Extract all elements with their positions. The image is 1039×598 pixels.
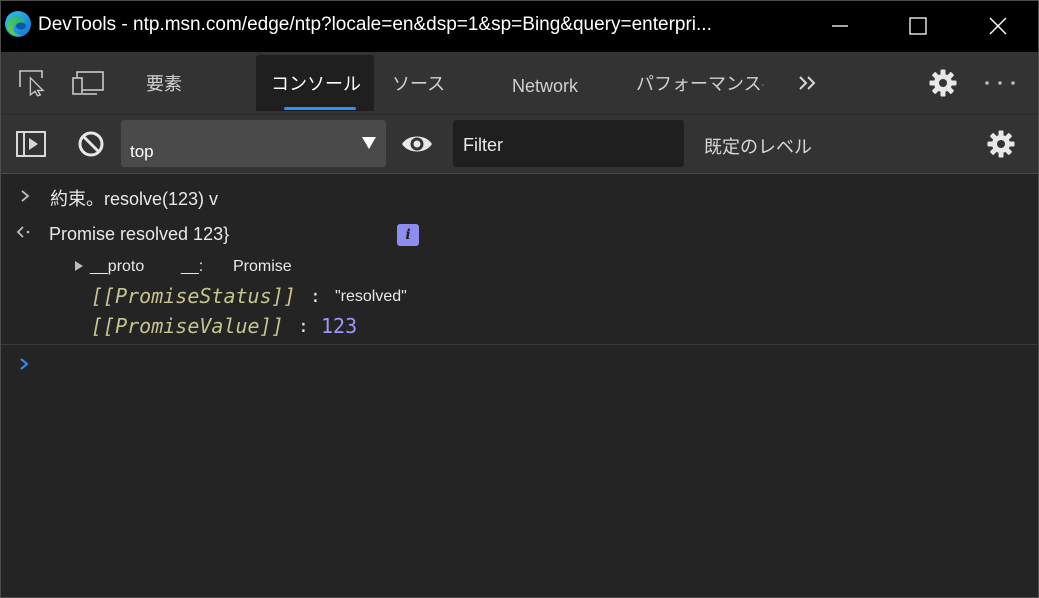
device-emulation-button[interactable] bbox=[70, 52, 106, 114]
console-input-line: 約束。resolve(123) v bbox=[50, 189, 219, 209]
context-selector[interactable]: top bbox=[121, 120, 386, 167]
sidebar-toggle-icon bbox=[16, 131, 46, 157]
close-button[interactable] bbox=[958, 0, 1038, 52]
console-output: 約束。resolve(123) v Promise resolved 123} … bbox=[1, 174, 1037, 597]
device-toggle-icon bbox=[72, 71, 104, 95]
edge-logo-icon bbox=[5, 11, 31, 37]
tab-console[interactable]: コンソール bbox=[256, 55, 374, 111]
chevron-right-icon bbox=[21, 190, 30, 202]
close-icon bbox=[989, 17, 1007, 35]
console-toolbar: top 既定のレベル bbox=[0, 114, 1039, 174]
promise-status-value: "resolved" bbox=[335, 288, 407, 305]
tab-elements[interactable]: 要素 bbox=[146, 55, 182, 111]
ellipsis-icon bbox=[985, 81, 1015, 85]
console-result-line[interactable]: Promise resolved 123} bbox=[49, 224, 229, 245]
proto-value: Promise bbox=[233, 258, 292, 275]
maximize-icon bbox=[909, 17, 927, 35]
promise-status-key: [[PromiseStatus]] bbox=[91, 284, 296, 308]
show-sidebar-button[interactable] bbox=[14, 115, 48, 173]
promise-value-key: [[PromiseValue]] bbox=[91, 314, 284, 338]
caret-down-icon bbox=[362, 137, 376, 149]
inspect-element-button[interactable] bbox=[14, 52, 50, 114]
info-icon[interactable]: i bbox=[397, 224, 419, 246]
title-bar: DevTools - ntp.msn.com/edge/ntp?locale=e… bbox=[0, 0, 1039, 52]
minimize-icon bbox=[832, 25, 848, 27]
clear-console-button[interactable] bbox=[74, 115, 108, 173]
live-expression-button[interactable] bbox=[398, 115, 436, 173]
promise-status-colon: : bbox=[310, 286, 321, 307]
console-settings-button[interactable] bbox=[984, 115, 1018, 173]
log-levels-dropdown[interactable]: 既定のレベル bbox=[704, 133, 812, 159]
chevron-double-right-icon bbox=[799, 76, 816, 90]
tab-network[interactable]: Network bbox=[512, 58, 578, 114]
promise-value-number: 123 bbox=[321, 314, 358, 338]
more-options-button[interactable] bbox=[982, 52, 1018, 114]
return-arrow-icon bbox=[16, 226, 30, 238]
proto-separator: __: bbox=[181, 258, 204, 275]
context-value: top bbox=[130, 142, 154, 161]
settings-button[interactable] bbox=[926, 52, 960, 114]
console-divider bbox=[1, 344, 1037, 345]
tab-sources[interactable]: ソース bbox=[392, 55, 445, 111]
console-prompt-input[interactable] bbox=[37, 350, 1027, 380]
tab-bar: 要素 コンソール ソース Network パフォーマンス bbox=[0, 52, 1039, 114]
filter-input[interactable] bbox=[453, 120, 684, 167]
tab-separator bbox=[762, 84, 764, 86]
gear-icon bbox=[987, 130, 1015, 158]
prompt-chevron-icon bbox=[20, 358, 29, 370]
block-icon bbox=[78, 131, 104, 157]
promise-value-colon: : bbox=[298, 316, 309, 337]
gear-icon bbox=[929, 69, 957, 97]
minimize-button[interactable] bbox=[800, 0, 880, 52]
tab-performance[interactable]: パフォーマンス bbox=[636, 55, 762, 111]
window-title: DevTools - ntp.msn.com/edge/ntp?locale=e… bbox=[38, 14, 712, 35]
maximize-button[interactable] bbox=[878, 0, 958, 52]
inspect-cursor-icon bbox=[19, 70, 45, 97]
more-tabs-button[interactable] bbox=[794, 52, 822, 114]
expand-triangle-icon[interactable] bbox=[74, 260, 84, 272]
eye-icon bbox=[402, 136, 432, 152]
proto-key: __proto bbox=[90, 258, 145, 275]
